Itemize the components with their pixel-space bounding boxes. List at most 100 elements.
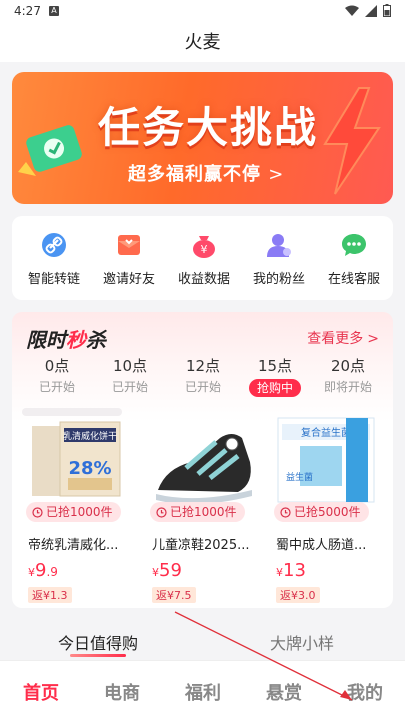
chat-icon [339, 230, 369, 260]
time-slot[interactable]: 10点 已开始 [95, 356, 165, 395]
slot-time: 12点 [185, 357, 221, 375]
nav-ecommerce[interactable]: 电商 [92, 679, 152, 705]
product-image: 已抢1000件 [146, 412, 258, 522]
sold-count-text: 已抢1000件 [170, 505, 237, 519]
time-slot[interactable]: 0点 已开始 [22, 356, 92, 395]
bottom-nav: 首页 电商 福利 悬赏 我的 [0, 660, 405, 720]
price-decimal: .9 [46, 565, 58, 579]
wifi-icon [345, 5, 359, 16]
product-price: ¥9.9 [22, 561, 134, 583]
product-brand-text: 乳清威化饼干 [63, 430, 117, 442]
slot-status-badge: 抢购中 [248, 379, 301, 397]
nav-welfare[interactable]: 福利 [173, 679, 233, 705]
slot-status: 已开始 [184, 380, 221, 394]
rebate-badge: 返¥1.3 [28, 587, 72, 603]
svg-text:¥: ¥ [201, 243, 208, 256]
quick-action-support[interactable]: 在线客服 [316, 230, 392, 287]
nav-bounty[interactable]: 悬赏 [254, 679, 314, 705]
quick-action-label: 收益数据 [177, 272, 230, 287]
slot-time: 0点 [44, 357, 70, 375]
sold-count-badge: 已抢5000件 [274, 502, 369, 522]
page-title: 火麦 [184, 32, 221, 53]
product-card[interactable]: 乳清威化饼干 28% 已抢1000件 帝统乳清威化... ¥9.9 返¥1.3 [22, 412, 134, 603]
flash-sale-title: 限时秒杀 [26, 324, 106, 353]
see-more-label: 查看更多 [307, 331, 364, 347]
quick-action-label: 我的粉丝 [252, 272, 305, 287]
task-challenge-banner[interactable]: 任务大挑战 超多福利赢不停 > [12, 72, 393, 204]
see-more-link[interactable]: 查看更多 > [307, 328, 379, 348]
yuan-bag-icon: ¥ [189, 230, 219, 260]
price-integer: 13 [283, 560, 306, 581]
slot-status: 已开始 [111, 380, 148, 394]
product-image: 复合益生菌 益生菌 已抢5000件 [270, 412, 382, 522]
slot-status: 已开始 [38, 380, 75, 394]
product-price: ¥13 [270, 561, 382, 583]
coupon-decoration-icon [18, 125, 82, 176]
clock-icon [32, 506, 43, 518]
product-name: 蜀中成人肠道... [276, 538, 367, 553]
time-slot-active[interactable]: 15点 抢购中 [240, 356, 310, 397]
slot-time: 10点 [112, 357, 148, 375]
banner-subtitle: 超多福利赢不停 > [128, 160, 284, 186]
tab-today-worth-buying[interactable]: 今日值得购 [58, 630, 138, 654]
sold-count-badge: 已抢1000件 [150, 502, 245, 522]
product-percent-text: 28% [68, 458, 111, 479]
time-slot[interactable]: 12点 已开始 [168, 356, 238, 395]
currency-symbol: ¥ [28, 566, 35, 579]
price-integer: 9 [35, 560, 47, 581]
product-price: ¥59 [146, 561, 258, 583]
slot-time: 15点 [257, 357, 293, 375]
status-icons [345, 4, 391, 17]
product-name: 帝统乳清威化... [28, 538, 119, 553]
quick-action-label: 在线客服 [327, 272, 380, 287]
battery-icon [383, 4, 391, 17]
product-card[interactable]: 复合益生菌 益生菌 已抢5000件 蜀中成人肠道... ¥13 返¥3.0 [270, 412, 382, 603]
link-icon [39, 230, 69, 260]
flash-title-accent: 秒 [66, 328, 86, 352]
invite-envelope-icon [114, 230, 144, 260]
tab-active-indicator [70, 654, 126, 657]
quick-action-earnings[interactable]: ¥ 收益数据 [166, 230, 242, 287]
quick-action-smart-link[interactable]: 智能转链 [16, 230, 92, 287]
nav-mine[interactable]: 我的 [335, 679, 395, 705]
content-tabs: 今日值得购 大牌小样 [0, 622, 405, 660]
app-header: 火麦 [0, 24, 405, 62]
flash-sale-section: 限时秒杀 查看更多 > 0点 已开始 10点 已开始 12点 已开始 15点 抢购… [12, 312, 393, 608]
sold-count-text: 已抢1000件 [46, 505, 113, 519]
time-slot[interactable]: 20点 即将开始 [313, 356, 383, 395]
product-side-text: 益生菌 [286, 471, 313, 483]
time-slots: 0点 已开始 10点 已开始 12点 已开始 15点 抢购中 20点 即将开始 [12, 356, 393, 402]
price-integer: 59 [159, 560, 182, 581]
lightning-decoration-icon [323, 87, 381, 195]
quick-action-invite[interactable]: 邀请好友 [91, 230, 167, 287]
status-time: 4:27 [14, 4, 41, 18]
quick-action-label: 智能转链 [27, 272, 80, 287]
quick-action-fans[interactable]: 我的粉丝 [241, 230, 317, 287]
product-card[interactable]: 已抢1000件 儿童凉鞋2025... ¥59 返¥7.5 [146, 412, 258, 603]
product-image: 乳清威化饼干 28% 已抢1000件 [22, 412, 134, 522]
slot-time: 20点 [330, 357, 366, 375]
currency-symbol: ¥ [152, 566, 159, 579]
slot-status: 即将开始 [323, 380, 372, 394]
tab-brand-samples[interactable]: 大牌小样 [270, 630, 334, 654]
product-brand-text: 复合益生菌 [301, 426, 351, 439]
chevron-right-icon: > [367, 331, 379, 347]
banner-arrow-icon: > [268, 164, 285, 185]
flash-title-suffix: 杀 [86, 328, 106, 352]
quick-action-label: 邀请好友 [102, 272, 155, 287]
clock-icon [156, 506, 167, 518]
user-icon [264, 230, 294, 260]
quick-actions: 智能转链 邀请好友 ¥ 收益数据 我的粉丝 在线客服 [12, 216, 393, 300]
rebate-badge: 返¥7.5 [152, 587, 196, 603]
banner-title: 任务大挑战 [98, 103, 319, 152]
nav-home[interactable]: 首页 [11, 679, 71, 705]
signal-icon [365, 4, 377, 17]
flash-title-prefix: 限时 [26, 328, 66, 352]
sold-count-text: 已抢5000件 [294, 505, 361, 519]
rebate-badge: 返¥3.0 [276, 587, 320, 603]
notification-icon: A [49, 6, 59, 16]
status-bar: 4:27 A [0, 0, 405, 24]
currency-symbol: ¥ [276, 566, 283, 579]
product-name: 儿童凉鞋2025... [152, 538, 250, 553]
sold-count-badge: 已抢1000件 [26, 502, 121, 522]
